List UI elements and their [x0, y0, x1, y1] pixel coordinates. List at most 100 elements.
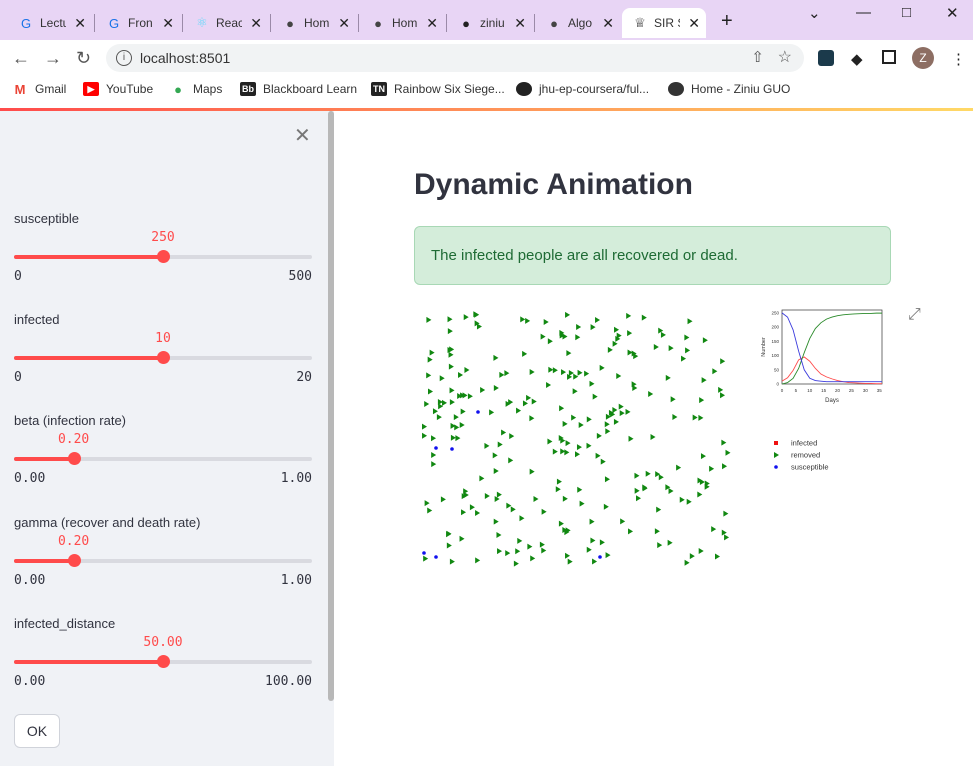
removed-agent-marker — [654, 528, 660, 535]
removed-agent-marker — [572, 388, 578, 395]
removed-agent-marker — [447, 316, 453, 323]
bookmark-github[interactable]: jhu-ep-coursera/ful... — [516, 82, 649, 96]
share-icon[interactable]: ⇧ — [751, 48, 764, 66]
removed-agent-marker — [533, 495, 539, 502]
slider-thumb[interactable] — [67, 452, 81, 465]
susceptible-agent-marker — [598, 555, 602, 559]
tab-2[interactable]: ⚛ Reac ✕ — [184, 8, 268, 38]
removed-agent-marker — [687, 318, 693, 325]
bookmark-gmail[interactable]: M Gmail — [12, 82, 67, 97]
close-tab-icon[interactable]: ✕ — [250, 15, 262, 32]
address-bar[interactable]: i localhost:8501 ⇧ ☆ — [106, 44, 804, 72]
tab-5[interactable]: ● ziniu ✕ — [448, 8, 532, 38]
y-tick-label: 0 — [776, 382, 779, 387]
tab-6[interactable]: ● Algo ✕ — [536, 8, 620, 38]
line-chart: 0 5 10 15 20 25 30 35 0 50 100 150 200 250 Days Number — [761, 309, 883, 404]
slider-max: 1.00 — [280, 471, 312, 486]
removed-agent-marker — [613, 418, 619, 425]
bookmark-rainbow-six[interactable]: TN Rainbow Six Siege... — [371, 82, 505, 96]
slider-thumb[interactable] — [157, 250, 170, 263]
removed-agent-marker — [711, 526, 717, 533]
tab-search-icon[interactable]: ⌄ — [808, 4, 821, 22]
slider-track[interactable] — [14, 554, 312, 567]
slider-track[interactable] — [14, 655, 312, 668]
slider-track[interactable] — [14, 351, 312, 364]
slider-thumb[interactable] — [157, 655, 170, 668]
slider-thumb[interactable] — [67, 554, 81, 567]
removed-agent-marker — [603, 503, 609, 510]
removed-agent-marker — [565, 311, 571, 318]
removed-agent-marker — [720, 358, 726, 365]
close-sidebar-icon[interactable]: ✕ — [294, 123, 311, 148]
removed-agent-marker — [668, 345, 674, 352]
removed-agent-marker — [698, 547, 704, 554]
side-panel-icon[interactable] — [882, 50, 896, 64]
bookmark-blackboard[interactable]: Bb Blackboard Learn — [240, 82, 357, 96]
ok-button[interactable]: OK — [14, 714, 60, 748]
tab-7[interactable]: ♕ SIR S ✕ — [622, 8, 706, 38]
bookmark-youtube[interactable]: ▶ YouTube — [83, 82, 153, 96]
new-tab-button[interactable]: + — [721, 10, 733, 33]
close-tab-icon[interactable]: ✕ — [514, 15, 526, 32]
removed-agent-marker — [697, 491, 703, 498]
removed-agent-marker — [670, 396, 676, 403]
extensions-puzzle-icon[interactable]: ◆ — [851, 50, 863, 68]
extension-icon[interactable] — [818, 50, 834, 66]
removed-agent-marker — [474, 311, 480, 318]
close-window-button[interactable]: ✕ — [946, 4, 959, 22]
removed-agent-marker — [496, 532, 502, 539]
github-icon: ● — [462, 15, 470, 31]
bookmark-star-icon[interactable]: ☆ — [778, 47, 792, 67]
fullscreen-icon[interactable]: ⤢ — [908, 306, 921, 324]
chrome-menu-icon[interactable]: ⋮ — [951, 50, 966, 68]
close-tab-icon[interactable]: ✕ — [602, 15, 614, 32]
close-tab-icon[interactable]: ✕ — [74, 15, 86, 32]
slider-track[interactable] — [14, 250, 312, 263]
removed-agent-marker — [692, 414, 698, 421]
slider-max: 100.00 — [265, 674, 312, 689]
bookmark-home[interactable]: Home - Ziniu GUO — [668, 82, 790, 96]
back-arrow-icon[interactable]: ← — [12, 48, 30, 69]
forward-arrow-icon[interactable]: → — [44, 48, 62, 69]
slider-thumb[interactable] — [157, 351, 170, 364]
close-tab-icon[interactable]: ✕ — [426, 15, 438, 32]
removed-agent-marker — [562, 333, 568, 340]
close-tab-icon[interactable]: ✕ — [162, 15, 174, 32]
tab-4[interactable]: ● Hom ✕ — [360, 8, 444, 38]
tab-separator — [270, 14, 271, 32]
removed-agent-marker — [458, 371, 464, 378]
tab-3[interactable]: ● Hom ✕ — [272, 8, 356, 38]
tab-separator — [534, 14, 535, 32]
tab-0[interactable]: G Lectu ✕ — [8, 8, 92, 38]
close-tab-icon[interactable]: ✕ — [338, 15, 350, 32]
maximize-button[interactable]: □ — [902, 4, 911, 21]
removed-agent-marker — [462, 392, 468, 399]
slider-min: 0.00 — [14, 471, 46, 486]
profile-avatar[interactable]: Z — [912, 47, 934, 69]
tracker-icon: TN — [371, 82, 387, 96]
minimize-button[interactable]: — — [856, 4, 871, 21]
tab-1[interactable]: G Fron ✕ — [96, 8, 180, 38]
tab-label: Hom — [304, 16, 330, 30]
close-tab-icon[interactable]: ✕ — [688, 15, 700, 32]
tab-separator — [358, 14, 359, 32]
removed-agent-marker — [540, 333, 546, 340]
removed-agent-marker — [589, 380, 595, 387]
slider-track[interactable] — [14, 452, 312, 465]
removed-agent-marker — [701, 377, 707, 384]
removed-agent-marker — [599, 364, 605, 371]
bookmark-maps[interactable]: ● Maps — [170, 82, 222, 97]
y-tick-label: 50 — [774, 367, 780, 372]
site-info-icon[interactable]: i — [116, 50, 132, 66]
removed-agent-marker — [616, 373, 622, 380]
removed-agent-marker — [429, 349, 435, 356]
globe-icon — [668, 82, 684, 96]
removed-agent-marker — [525, 317, 531, 324]
removed-agent-marker — [628, 435, 634, 442]
removed-agent-marker — [441, 399, 447, 406]
slider-fill — [14, 255, 163, 259]
browser-tab-bar: G Lectu ✕ G Fron ✕ ⚛ Reac ✕ ● Hom ✕ ● Hom ✕ ● ziniu ✕ ● Alg… — [0, 0, 973, 40]
reload-icon[interactable]: ↻ — [76, 48, 91, 69]
sidebar-scrollbar[interactable] — [328, 111, 334, 701]
removed-agent-marker — [548, 366, 554, 373]
